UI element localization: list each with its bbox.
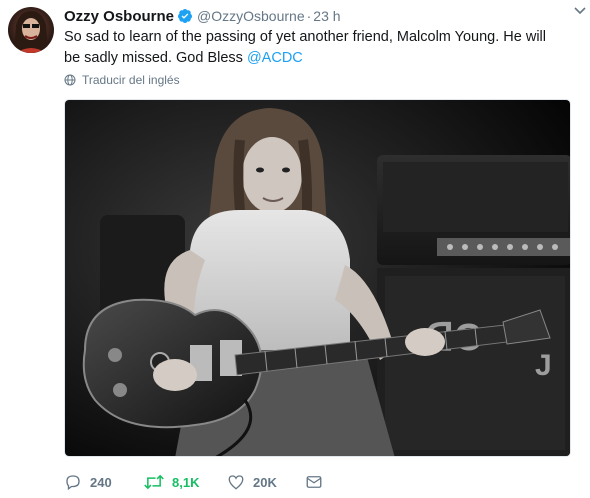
- mention-link[interactable]: @ACDC: [247, 50, 303, 66]
- avatar[interactable]: [8, 7, 54, 53]
- retweet-count: 8,1K: [172, 474, 200, 490]
- caret-down-icon[interactable]: [572, 2, 588, 18]
- author-handle[interactable]: @OzzyOsbourne: [197, 8, 305, 24]
- tweet-text-body: So sad to learn of the passing of yet an…: [64, 29, 547, 66]
- tweet-media-photo[interactable]: ᗡC J: [64, 99, 571, 457]
- tweet-timestamp[interactable]: 23 h: [313, 8, 340, 24]
- svg-text:J: J: [535, 349, 552, 382]
- tweet-text: So sad to learn of the passing of yet an…: [64, 27, 564, 69]
- tweet-header: Ozzy Osbourne @OzzyOsbourne · 23 h: [64, 6, 570, 28]
- translate-link[interactable]: Traducir del inglés: [64, 73, 180, 87]
- retweet-button[interactable]: 8,1K: [144, 470, 199, 494]
- like-icon: [228, 475, 244, 490]
- photo-image: ᗡC J: [65, 100, 570, 456]
- direct-message-icon: [306, 476, 322, 488]
- retweet-icon: [144, 474, 164, 490]
- reply-icon: [66, 475, 80, 491]
- author-name[interactable]: Ozzy Osbourne: [64, 8, 174, 25]
- reply-count: 240: [90, 474, 112, 490]
- separator-dot: ·: [306, 8, 312, 24]
- direct-message-button[interactable]: [305, 470, 323, 494]
- like-button[interactable]: 20K: [227, 470, 277, 494]
- translate-label: Traducir del inglés: [82, 73, 180, 87]
- reply-button[interactable]: 240: [64, 470, 112, 494]
- avatar-image: [8, 7, 54, 53]
- like-count: 20K: [253, 474, 277, 490]
- globe-icon: [64, 74, 76, 86]
- tweet-card: Ozzy Osbourne @OzzyOsbourne · 23 h So sad t…: [0, 0, 590, 498]
